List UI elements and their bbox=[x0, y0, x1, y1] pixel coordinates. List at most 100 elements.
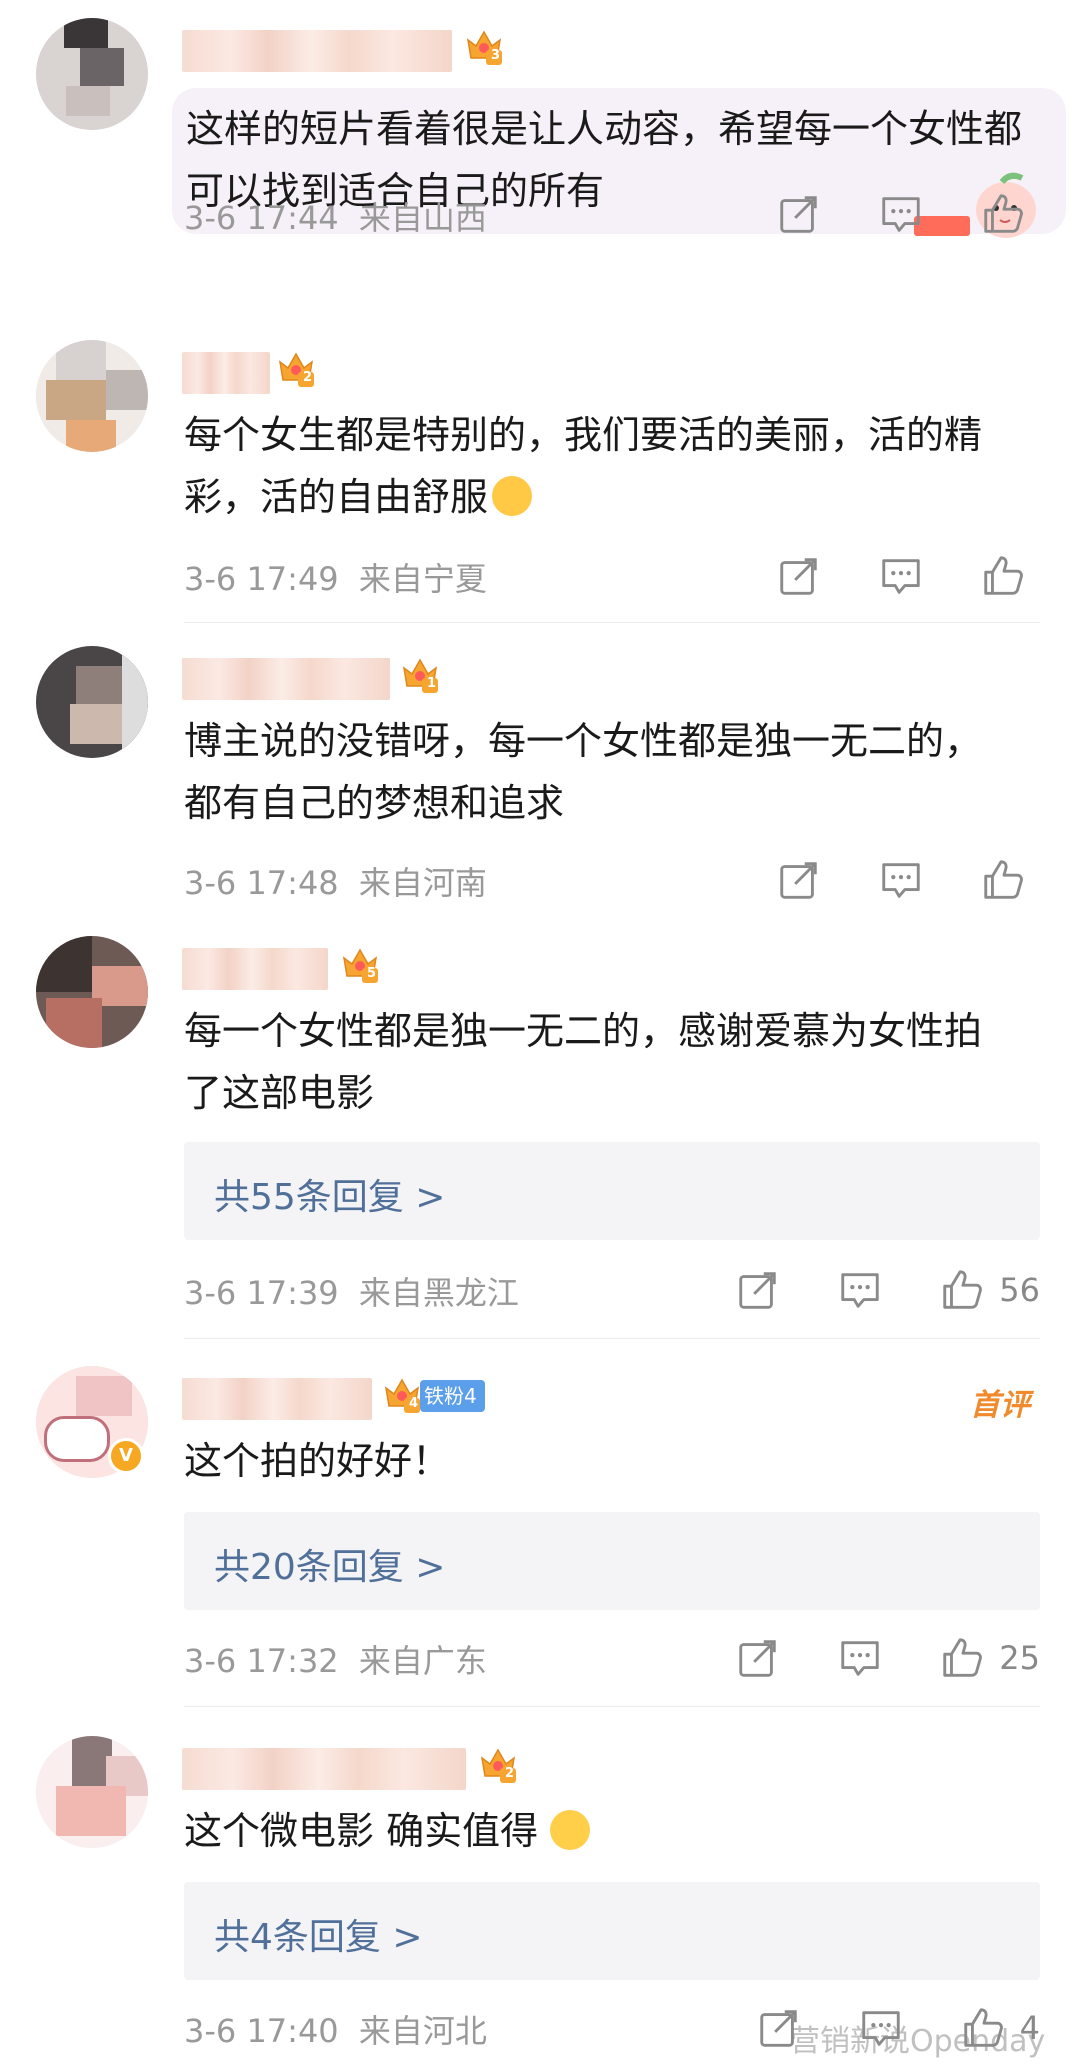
share-button[interactable] bbox=[776, 191, 822, 237]
username-blurred[interactable] bbox=[182, 1378, 372, 1420]
comment-actions bbox=[720, 190, 1040, 238]
comment-actions: 56 bbox=[679, 1266, 1040, 1314]
crown-icon: 2 bbox=[276, 348, 316, 388]
comment-location: 来自河北 bbox=[358, 2012, 487, 2050]
like-button[interactable] bbox=[980, 553, 1040, 599]
like-count: 25 bbox=[999, 1639, 1040, 1677]
divider bbox=[184, 1338, 1040, 1339]
like-button[interactable] bbox=[980, 857, 1040, 903]
avatar[interactable] bbox=[36, 1736, 148, 1848]
comment-location: 来自黑龙江 bbox=[358, 1274, 519, 1312]
view-replies-link[interactable]: 共20条回复 > bbox=[184, 1512, 1040, 1610]
crown-icon: 5 bbox=[340, 944, 380, 984]
divider bbox=[184, 1706, 1040, 1707]
crown-icon: 1 bbox=[400, 654, 440, 694]
comment-text: 这个微电影 确实值得 bbox=[184, 1800, 1034, 1862]
comment-meta: 3-6 17:48 来自河南 bbox=[184, 858, 487, 904]
comment-time: 3-6 17:44 bbox=[184, 199, 339, 237]
comment-meta: 3-6 17:39 来自黑龙江 bbox=[184, 1268, 519, 1314]
crown-level: 2 bbox=[505, 1766, 515, 1781]
comment-meta: 3-6 17:44 来自山西 bbox=[184, 193, 487, 239]
share-button[interactable] bbox=[776, 553, 822, 599]
comment-location: 来自广东 bbox=[358, 1642, 487, 1680]
like-button[interactable]: 56 bbox=[939, 1267, 1040, 1313]
reply-button[interactable] bbox=[878, 191, 924, 237]
comment-text: 这个拍的好好！ bbox=[184, 1439, 451, 1483]
share-button[interactable] bbox=[776, 857, 822, 903]
divider bbox=[184, 622, 1040, 623]
username-blurred[interactable] bbox=[182, 948, 328, 990]
replies-count-text: 共4条回复 > bbox=[214, 1917, 423, 1958]
reply-button[interactable] bbox=[837, 1635, 883, 1681]
comment-meta: 3-6 17:49 来自宁夏 bbox=[184, 554, 487, 600]
share-icon bbox=[776, 191, 822, 237]
like-icon bbox=[939, 1267, 985, 1313]
like-icon bbox=[980, 553, 1026, 599]
like-count: 56 bbox=[999, 1271, 1040, 1309]
comment-text-body: 每个女生都是特别的，我们要活的美丽，活的精彩，活的自由舒服 bbox=[184, 413, 983, 519]
comment-time: 3-6 17:39 bbox=[184, 1274, 339, 1312]
comment-time: 3-6 17:49 bbox=[184, 560, 339, 598]
share-icon bbox=[735, 1635, 781, 1681]
comment-icon bbox=[878, 857, 924, 903]
like-button[interactable]: 25 bbox=[939, 1635, 1040, 1681]
comment-icon bbox=[878, 553, 924, 599]
comment-location: 来自山西 bbox=[358, 199, 487, 237]
share-icon bbox=[776, 553, 822, 599]
username-blurred[interactable] bbox=[182, 1748, 466, 1790]
replies-count-text: 共55条回复 > bbox=[214, 1177, 446, 1218]
like-button[interactable] bbox=[980, 191, 1040, 237]
comment-icon bbox=[878, 191, 924, 237]
comment-text: 博主说的没错呀，每一个女性都是独一无二的，都有自己的梦想和追求 bbox=[184, 719, 983, 825]
share-icon bbox=[776, 857, 822, 903]
comment-location: 来自宁夏 bbox=[358, 560, 487, 598]
username-blurred[interactable] bbox=[182, 658, 390, 700]
crown-level: 1 bbox=[427, 676, 437, 691]
comment-time: 3-6 17:32 bbox=[184, 1642, 339, 1680]
like-icon bbox=[980, 191, 1026, 237]
avatar[interactable] bbox=[36, 18, 148, 130]
avatar[interactable] bbox=[36, 340, 148, 452]
crown-level: 2 bbox=[303, 370, 313, 385]
first-comment-tag: 首评 bbox=[970, 1388, 1030, 1423]
crying-face-emoji-icon bbox=[550, 1810, 591, 1850]
avatar[interactable]: V bbox=[36, 1366, 148, 1478]
verified-v-icon: V bbox=[108, 1438, 144, 1474]
like-icon bbox=[939, 1635, 985, 1681]
comment-time: 3-6 17:48 bbox=[184, 864, 339, 902]
crown-level: 5 bbox=[367, 966, 377, 981]
comment-meta: 3-6 17:32 来自广东 bbox=[184, 1636, 487, 1682]
share-icon bbox=[735, 1267, 781, 1313]
avatar[interactable] bbox=[36, 936, 148, 1048]
reply-button[interactable] bbox=[878, 857, 924, 903]
watermark: 营销新说Openday bbox=[790, 2024, 1046, 2059]
view-replies-link[interactable]: 共55条回复 > bbox=[184, 1142, 1040, 1240]
like-icon bbox=[980, 857, 1026, 903]
crown-icon: 3 bbox=[464, 26, 504, 66]
comment-actions bbox=[720, 552, 1040, 600]
comment-icon bbox=[837, 1267, 883, 1313]
crown-level: 4 bbox=[409, 1396, 419, 1411]
comment-actions bbox=[720, 856, 1040, 904]
username-blurred[interactable] bbox=[182, 352, 270, 394]
comment-meta: 3-6 17:40 来自河北 bbox=[184, 2006, 487, 2052]
happy-face-emoji-icon bbox=[492, 476, 533, 516]
crown-level: 3 bbox=[491, 48, 501, 63]
replies-count-text: 共20条回复 > bbox=[214, 1547, 446, 1588]
comment-actions: 25 bbox=[679, 1634, 1040, 1682]
view-replies-link[interactable]: 共4条回复 > bbox=[184, 1882, 1040, 1980]
avatar[interactable] bbox=[36, 646, 148, 758]
comment-text-body: 这个微电影 确实值得 bbox=[184, 1809, 539, 1853]
fan-badge: 铁粉4 bbox=[420, 1380, 485, 1412]
comment-text: 每个女生都是特别的，我们要活的美丽，活的精彩，活的自由舒服 bbox=[184, 404, 1034, 528]
comment-icon bbox=[837, 1635, 883, 1681]
username-blurred[interactable] bbox=[182, 30, 452, 72]
reply-button[interactable] bbox=[837, 1267, 883, 1313]
share-button[interactable] bbox=[735, 1635, 781, 1681]
comment-time: 3-6 17:40 bbox=[184, 2012, 339, 2050]
reply-button[interactable] bbox=[878, 553, 924, 599]
share-button[interactable] bbox=[735, 1267, 781, 1313]
crown-icon: 4 bbox=[382, 1374, 422, 1414]
comment-location: 来自河南 bbox=[358, 864, 487, 902]
comment-text: 每一个女性都是独一无二的，感谢爱慕为女性拍了这部电影 bbox=[184, 1009, 983, 1115]
